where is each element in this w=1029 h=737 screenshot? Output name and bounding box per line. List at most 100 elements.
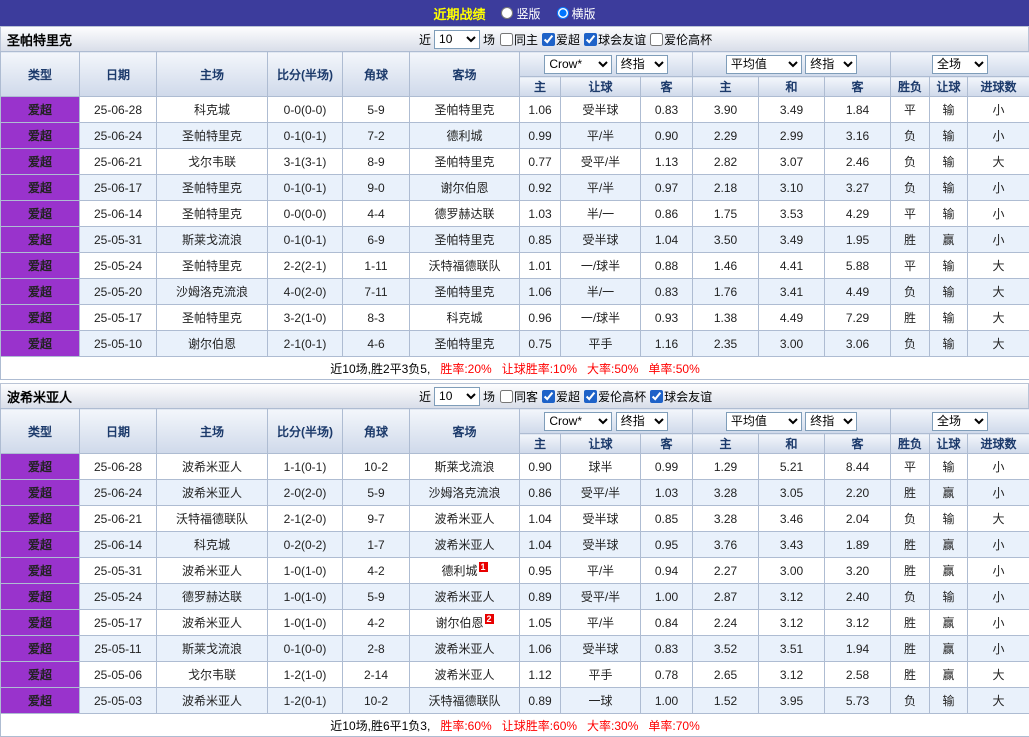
away-team-link[interactable]: 德利城 <box>410 123 520 149</box>
away-team-link[interactable]: 沃特福德联队 <box>410 688 520 714</box>
filter-option[interactable]: 爱伦高杯 <box>648 31 712 48</box>
average-select[interactable]: 平均值 <box>726 412 802 431</box>
score-link[interactable]: 0-1(0-1) <box>268 227 343 253</box>
away-team-link[interactable]: 科克城 <box>410 305 520 331</box>
home-team-link[interactable]: 波希米亚人 <box>157 480 268 506</box>
score-link[interactable]: 1-0(1-0) <box>268 610 343 636</box>
away-team-link[interactable]: 波希米亚人 <box>410 584 520 610</box>
score-link[interactable]: 3-1(3-1) <box>268 149 343 175</box>
filter-checkbox[interactable] <box>584 33 597 46</box>
score-link[interactable]: 0-1(0-0) <box>268 636 343 662</box>
away-team-link[interactable]: 德罗赫达联 <box>410 201 520 227</box>
score-link[interactable]: 1-1(0-1) <box>268 454 343 480</box>
filter-option[interactable]: 爱超 <box>540 388 580 405</box>
home-team-link[interactable]: 圣帕特里克 <box>157 253 268 279</box>
score-link[interactable]: 2-0(2-0) <box>268 480 343 506</box>
filter-checkbox[interactable] <box>542 390 555 403</box>
score-link[interactable]: 2-1(0-1) <box>268 331 343 357</box>
away-team-link[interactable]: 谢尔伯恩 <box>410 175 520 201</box>
league-cell: 爱超 <box>1 688 80 714</box>
score-link[interactable]: 0-0(0-0) <box>268 97 343 123</box>
home-team-link[interactable]: 德罗赫达联 <box>157 584 268 610</box>
corners-cell: 9-7 <box>343 506 410 532</box>
away-team-link[interactable]: 圣帕特里克 <box>410 227 520 253</box>
away-team-link[interactable]: 斯莱戈流浪 <box>410 454 520 480</box>
view-option-horizontal[interactable]: 横版 <box>557 5 596 22</box>
score-link[interactable]: 0-0(0-0) <box>268 201 343 227</box>
away-team-link[interactable]: 德利城1 <box>410 558 520 584</box>
home-team-link[interactable]: 戈尔韦联 <box>157 662 268 688</box>
view-option-vertical[interactable]: 竖版 <box>501 5 540 22</box>
average-final-select[interactable]: 终指 <box>805 55 857 74</box>
filter-checkbox[interactable] <box>500 390 513 403</box>
home-team-link[interactable]: 波希米亚人 <box>157 610 268 636</box>
vertical-view-radio[interactable] <box>501 7 513 19</box>
fulltime-select[interactable]: 全场 <box>932 412 988 431</box>
score-link[interactable]: 0-1(0-1) <box>268 123 343 149</box>
home-team-link[interactable]: 沃特福德联队 <box>157 506 268 532</box>
date-cell: 25-05-31 <box>80 227 157 253</box>
filter-option[interactable]: 同客 <box>498 388 538 405</box>
home-team-link[interactable]: 波希米亚人 <box>157 454 268 480</box>
filter-checkbox[interactable] <box>542 33 555 46</box>
away-team-link[interactable]: 圣帕特里克 <box>410 149 520 175</box>
away-team-link[interactable]: 波希米亚人 <box>410 636 520 662</box>
home-team-link[interactable]: 斯莱戈流浪 <box>157 227 268 253</box>
odds-company-select[interactable]: Crow* <box>544 55 612 74</box>
score-link[interactable]: 2-1(2-0) <box>268 506 343 532</box>
filter-checkbox[interactable] <box>500 33 513 46</box>
home-team-link[interactable]: 沙姆洛克流浪 <box>157 279 268 305</box>
away-team-link[interactable]: 沙姆洛克流浪 <box>410 480 520 506</box>
filter-option[interactable]: 爱伦高杯 <box>582 388 646 405</box>
away-team-link[interactable]: 波希米亚人 <box>410 532 520 558</box>
filter-option[interactable]: 爱超 <box>540 31 580 48</box>
home-team-link[interactable]: 谢尔伯恩 <box>157 331 268 357</box>
horizontal-view-radio[interactable] <box>557 7 569 19</box>
away-team-link[interactable]: 谢尔伯恩2 <box>410 610 520 636</box>
average-select[interactable]: 平均值 <box>726 55 802 74</box>
home-team-link[interactable]: 波希米亚人 <box>157 688 268 714</box>
home-team-link[interactable]: 圣帕特里克 <box>157 175 268 201</box>
odds-final-select[interactable]: 终指 <box>616 412 668 431</box>
score-link[interactable]: 0-2(0-2) <box>268 532 343 558</box>
handicap-result-cell: 输 <box>930 305 968 331</box>
home-team-link[interactable]: 戈尔韦联 <box>157 149 268 175</box>
away-team-link[interactable]: 圣帕特里克 <box>410 97 520 123</box>
home-team-link[interactable]: 科克城 <box>157 532 268 558</box>
away-team-link[interactable]: 波希米亚人 <box>410 662 520 688</box>
score-link[interactable]: 1-0(1-0) <box>268 584 343 610</box>
away-team-link[interactable]: 圣帕特里克 <box>410 279 520 305</box>
match-count-select[interactable]: 10 <box>434 387 480 406</box>
away-team-link[interactable]: 圣帕特里克 <box>410 331 520 357</box>
result-cell: 负 <box>891 584 930 610</box>
score-link[interactable]: 0-1(0-1) <box>268 175 343 201</box>
home-team-link[interactable]: 科克城 <box>157 97 268 123</box>
odds-company-select[interactable]: Crow* <box>544 412 612 431</box>
home-team-link[interactable]: 圣帕特里克 <box>157 305 268 331</box>
corners-cell: 5-9 <box>343 97 410 123</box>
filter-option[interactable]: 球会友谊 <box>582 31 646 48</box>
filter-checkbox[interactable] <box>584 390 597 403</box>
home-team-link[interactable]: 波希米亚人 <box>157 558 268 584</box>
filter-checkbox[interactable] <box>650 33 663 46</box>
fulltime-select[interactable]: 全场 <box>932 55 988 74</box>
filter-option[interactable]: 球会友谊 <box>648 388 712 405</box>
home-team-link[interactable]: 圣帕特里克 <box>157 201 268 227</box>
match-count-select[interactable]: 10 <box>434 30 480 49</box>
score-link[interactable]: 1-2(1-0) <box>268 662 343 688</box>
away-team-link[interactable]: 沃特福德联队 <box>410 253 520 279</box>
score-link[interactable]: 1-2(0-1) <box>268 688 343 714</box>
away-team-link[interactable]: 波希米亚人 <box>410 506 520 532</box>
odds-final-select[interactable]: 终指 <box>616 55 668 74</box>
score-link[interactable]: 1-0(1-0) <box>268 558 343 584</box>
filter-bar: 近 10 场 同主爱超球会友谊爱伦高杯 <box>419 30 714 49</box>
home-team-link[interactable]: 圣帕特里克 <box>157 123 268 149</box>
average-final-select[interactable]: 终指 <box>805 412 857 431</box>
score-link[interactable]: 3-2(1-0) <box>268 305 343 331</box>
score-link[interactable]: 2-2(2-1) <box>268 253 343 279</box>
score-link[interactable]: 4-0(2-0) <box>268 279 343 305</box>
match-row: 爱超25-05-17波希米亚人1-0(1-0)4-2谢尔伯恩21.05平/半0.… <box>1 610 1029 636</box>
filter-checkbox[interactable] <box>650 390 663 403</box>
filter-option[interactable]: 同主 <box>498 31 538 48</box>
home-team-link[interactable]: 斯莱戈流浪 <box>157 636 268 662</box>
